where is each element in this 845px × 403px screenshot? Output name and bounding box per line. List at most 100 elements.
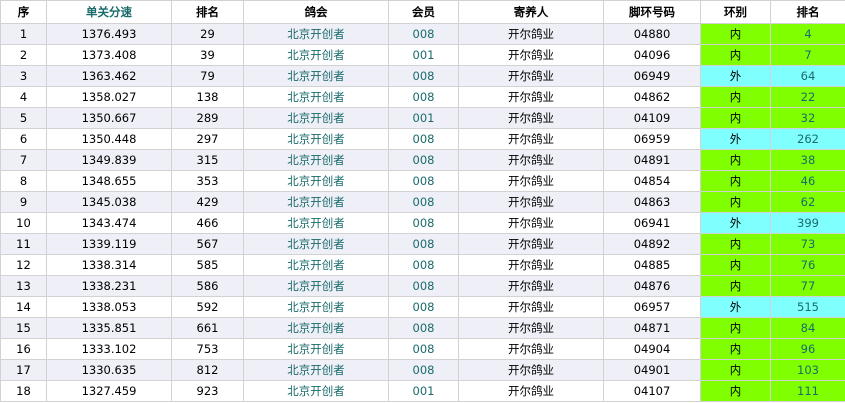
ring-number-cell: 04885 [603,254,701,276]
owner-cell: 开尔鸽业 [458,317,604,339]
club-link[interactable]: 北京开创者 [243,170,389,192]
club-link[interactable]: 北京开创者 [243,86,389,108]
owner-cell: 开尔鸽业 [458,338,604,360]
ring-number-cell: 04871 [603,317,701,339]
owner-cell: 开尔鸽业 [458,296,604,318]
club-link[interactable]: 北京开创者 [243,212,389,234]
member-link[interactable]: 008 [388,191,459,213]
ring-type-cell: 内 [700,380,771,402]
header-club[interactable]: 鸽会 [243,0,389,24]
header-row: 序 单关分速 排名 鸽会 会员 寄养人 脚环号码 环别 排名 [0,0,845,24]
rank-cell: 79 [171,65,244,87]
club-link[interactable]: 北京开创者 [243,380,389,402]
table-row: 17 1330.635 812 北京开创者 008 开尔鸽业 04901 内 103 [0,359,845,381]
speed-cell: 1333.102 [46,338,172,360]
ring-rank-cell: 399 [770,212,845,234]
header-ring-type[interactable]: 环别 [700,0,771,24]
speed-cell: 1373.408 [46,44,172,66]
ring-type-cell: 内 [700,86,771,108]
ring-type-cell: 外 [700,212,771,234]
club-link[interactable]: 北京开创者 [243,65,389,87]
club-link[interactable]: 北京开创者 [243,317,389,339]
ring-number-cell: 06941 [603,212,701,234]
row-index: 11 [0,233,47,255]
rank-cell: 923 [171,380,244,402]
table-body: 1 1376.493 29 北京开创者 008 开尔鸽业 04880 内 4 2 1373.408 3… [0,23,845,402]
table-row: 15 1335.851 661 北京开创者 008 开尔鸽业 04871 内 84 [0,317,845,339]
member-link[interactable]: 001 [388,380,459,402]
header-speed[interactable]: 单关分速 [46,0,172,24]
member-link[interactable]: 001 [388,44,459,66]
ring-number-cell: 04107 [603,380,701,402]
owner-cell: 开尔鸽业 [458,191,604,213]
ring-type-cell: 内 [700,44,771,66]
row-index: 14 [0,296,47,318]
row-index: 4 [0,86,47,108]
member-link[interactable]: 008 [388,359,459,381]
owner-cell: 开尔鸽业 [458,86,604,108]
row-index: 13 [0,275,47,297]
member-link[interactable]: 008 [388,128,459,150]
ring-number-cell: 06957 [603,296,701,318]
member-link[interactable]: 001 [388,107,459,129]
ring-rank-cell: 22 [770,86,845,108]
speed-cell: 1350.667 [46,107,172,129]
member-link[interactable]: 008 [388,338,459,360]
member-link[interactable]: 008 [388,23,459,45]
ring-number-cell: 04876 [603,275,701,297]
ring-rank-cell: 84 [770,317,845,339]
table-row: 5 1350.667 289 北京开创者 001 开尔鸽业 04109 内 32 [0,107,845,129]
ring-rank-cell: 38 [770,149,845,171]
header-index[interactable]: 序 [0,0,47,24]
member-link[interactable]: 008 [388,86,459,108]
table-header: 序 单关分速 排名 鸽会 会员 寄养人 脚环号码 环别 排名 [0,0,845,24]
member-link[interactable]: 008 [388,212,459,234]
header-member[interactable]: 会员 [388,0,459,24]
speed-cell: 1338.231 [46,275,172,297]
ring-rank-cell: 515 [770,296,845,318]
member-link[interactable]: 008 [388,296,459,318]
club-link[interactable]: 北京开创者 [243,338,389,360]
ring-type-cell: 内 [700,149,771,171]
row-index: 6 [0,128,47,150]
member-link[interactable]: 008 [388,254,459,276]
club-link[interactable]: 北京开创者 [243,23,389,45]
rank-cell: 592 [171,296,244,318]
rank-cell: 429 [171,191,244,213]
table-row: 2 1373.408 39 北京开创者 001 开尔鸽业 04096 内 7 [0,44,845,66]
rank-cell: 585 [171,254,244,276]
club-link[interactable]: 北京开创者 [243,275,389,297]
club-link[interactable]: 北京开创者 [243,254,389,276]
row-index: 9 [0,191,47,213]
ring-number-cell: 04096 [603,44,701,66]
ring-type-cell: 内 [700,233,771,255]
row-index: 15 [0,317,47,339]
member-link[interactable]: 008 [388,233,459,255]
club-link[interactable]: 北京开创者 [243,296,389,318]
member-link[interactable]: 008 [388,65,459,87]
header-rank[interactable]: 排名 [171,0,244,24]
club-link[interactable]: 北京开创者 [243,191,389,213]
member-link[interactable]: 008 [388,170,459,192]
owner-cell: 开尔鸽业 [458,170,604,192]
ring-rank-cell: 76 [770,254,845,276]
club-link[interactable]: 北京开创者 [243,128,389,150]
club-link[interactable]: 北京开创者 [243,149,389,171]
member-link[interactable]: 008 [388,149,459,171]
club-link[interactable]: 北京开创者 [243,44,389,66]
table-row: 18 1327.459 923 北京开创者 001 开尔鸽业 04107 内 111 [0,380,845,402]
ring-rank-cell: 103 [770,359,845,381]
club-link[interactable]: 北京开创者 [243,359,389,381]
ring-number-cell: 04892 [603,233,701,255]
club-link[interactable]: 北京开创者 [243,233,389,255]
header-owner[interactable]: 寄养人 [458,0,604,24]
header-ring-rank[interactable]: 排名 [770,0,845,24]
club-link[interactable]: 北京开创者 [243,107,389,129]
ring-type-cell: 内 [700,191,771,213]
ring-type-cell: 内 [700,170,771,192]
member-link[interactable]: 008 [388,275,459,297]
row-index: 10 [0,212,47,234]
header-ring-number[interactable]: 脚环号码 [603,0,701,24]
member-link[interactable]: 008 [388,317,459,339]
table-row: 10 1343.474 466 北京开创者 008 开尔鸽业 06941 外 399 [0,212,845,234]
